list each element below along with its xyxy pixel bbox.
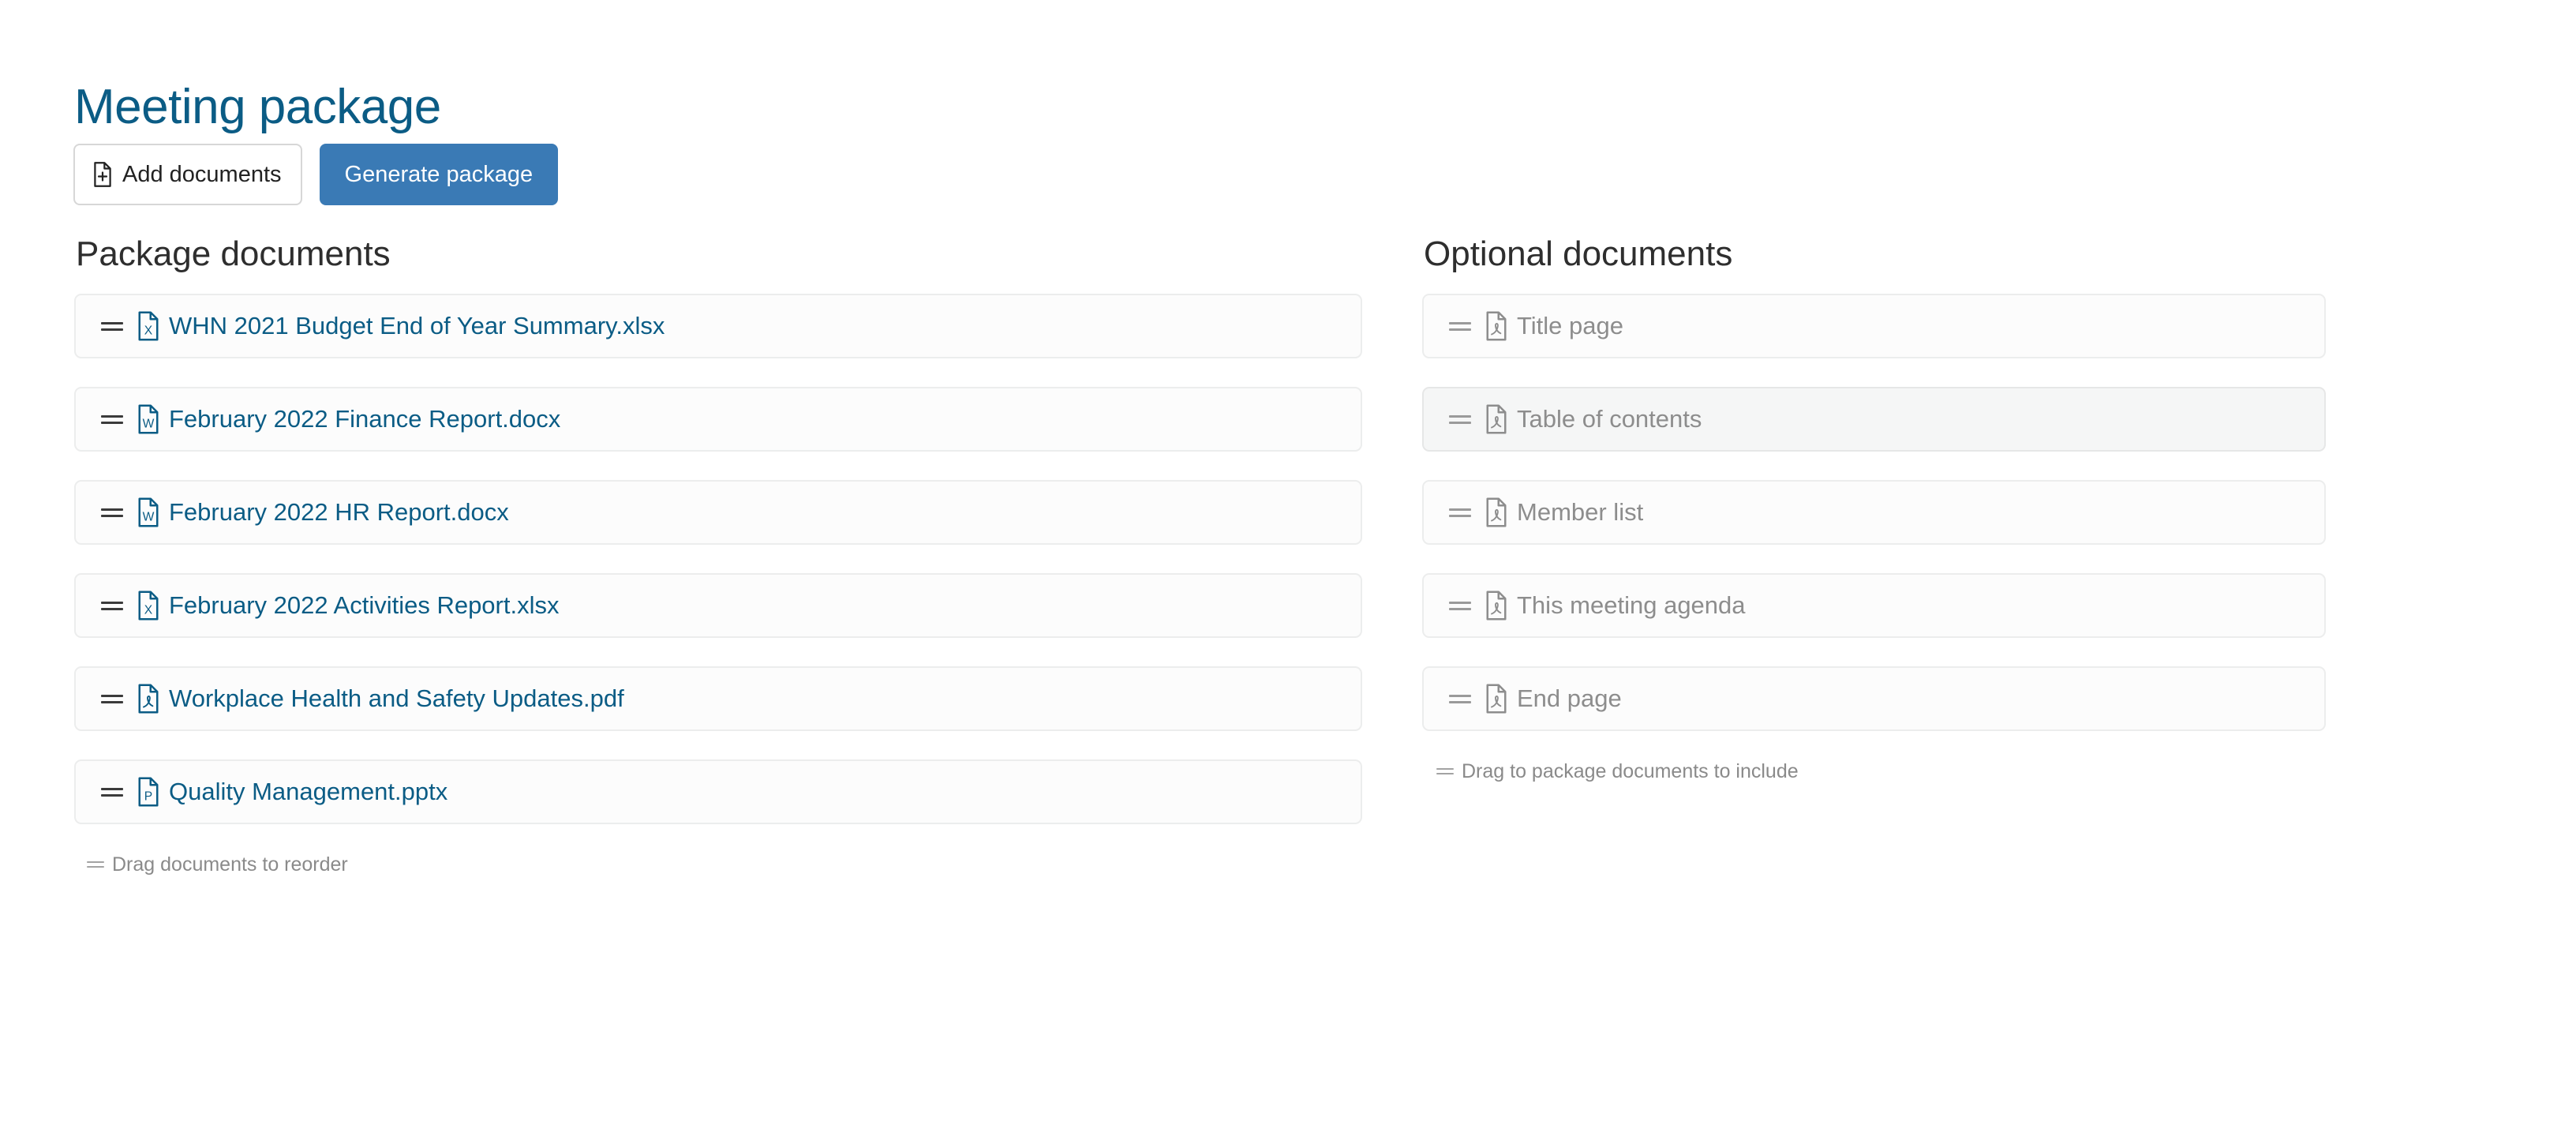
drag-handle-icon[interactable]	[1449, 598, 1471, 613]
generate-package-label: Generate package	[344, 161, 534, 187]
optional-documents-column: Optional documents Title page Table of co…	[1422, 234, 2326, 783]
meeting-package-page: Meeting package Add documents Generate p…	[0, 0, 2576, 1140]
svg-text:X: X	[144, 324, 153, 337]
package-drag-hint: Drag documents to reorder	[87, 853, 1362, 876]
svg-text:W: W	[143, 417, 155, 430]
document-name: Member list	[1517, 498, 1644, 526]
drag-handle-icon[interactable]	[1449, 505, 1471, 519]
file-word-icon: W	[137, 404, 160, 434]
drag-handle-icon[interactable]	[101, 598, 123, 613]
document-row[interactable]: W February 2022 Finance Report.docx	[74, 387, 1362, 452]
file-pdf-icon	[137, 684, 160, 714]
document-row[interactable]: X WHN 2021 Budget End of Year Summary.xls…	[74, 294, 1362, 358]
drag-handle-icon[interactable]	[1449, 692, 1471, 706]
document-name[interactable]: Quality Management.pptx	[169, 778, 447, 806]
generate-package-button[interactable]: Generate package	[319, 144, 559, 205]
document-row[interactable]: P Quality Management.pptx	[74, 759, 1362, 824]
package-documents-column: Package documents X WHN 2021 Budget End o…	[74, 234, 1362, 876]
document-name[interactable]: February 2022 HR Report.docx	[169, 498, 509, 527]
file-pdf-icon	[1485, 684, 1508, 714]
document-row[interactable]: Member list	[1422, 480, 2326, 545]
drag-handle-icon[interactable]	[101, 692, 123, 706]
document-row[interactable]: Title page	[1422, 294, 2326, 358]
svg-text:X: X	[144, 603, 153, 617]
drag-handle-icon[interactable]	[101, 412, 123, 426]
file-plus-icon	[92, 162, 114, 187]
file-pdf-icon	[1485, 497, 1508, 527]
package-documents-heading: Package documents	[76, 234, 391, 273]
file-excel-icon: X	[137, 591, 160, 621]
drag-handle-icon[interactable]	[1449, 412, 1471, 426]
document-row[interactable]: Table of contents	[1422, 387, 2326, 452]
svg-text:W: W	[143, 510, 155, 523]
document-name[interactable]: WHN 2021 Budget End of Year Summary.xlsx	[169, 312, 665, 340]
file-pdf-icon	[1485, 591, 1508, 621]
document-name: Table of contents	[1517, 405, 1702, 433]
package-documents-list[interactable]: X WHN 2021 Budget End of Year Summary.xls…	[74, 294, 1362, 824]
document-name[interactable]: February 2022 Finance Report.docx	[169, 405, 560, 433]
file-excel-icon: X	[137, 311, 160, 341]
add-documents-label: Add documents	[122, 161, 282, 187]
add-documents-button[interactable]: Add documents	[73, 144, 302, 205]
document-name[interactable]: February 2022 Activities Report.xlsx	[169, 591, 560, 620]
optional-documents-list[interactable]: Title page Table of contents Member list Th…	[1422, 294, 2326, 731]
drag-handle-icon[interactable]	[101, 505, 123, 519]
document-name: This meeting agenda	[1517, 591, 1746, 619]
svg-text:P: P	[144, 789, 152, 803]
document-name[interactable]: Workplace Health and Safety Updates.pdf	[169, 684, 624, 713]
optional-drag-hint-label: Drag to package documents to include	[1462, 760, 1799, 782]
page-title: Meeting package	[74, 79, 441, 134]
file-powerpoint-icon: P	[137, 777, 160, 807]
drag-handle-icon	[87, 859, 104, 870]
file-word-icon: W	[137, 497, 160, 527]
drag-handle-icon[interactable]	[101, 319, 123, 333]
document-row[interactable]: This meeting agenda	[1422, 573, 2326, 638]
drag-handle-icon[interactable]	[1449, 319, 1471, 333]
document-row[interactable]: W February 2022 HR Report.docx	[74, 480, 1362, 545]
file-pdf-icon	[1485, 311, 1508, 341]
document-row[interactable]: X February 2022 Activities Report.xlsx	[74, 573, 1362, 638]
document-name: Title page	[1517, 312, 1623, 339]
optional-drag-hint: Drag to package documents to include	[1436, 759, 2326, 783]
optional-documents-heading: Optional documents	[1424, 234, 1733, 273]
document-name: End page	[1517, 684, 1622, 712]
document-row[interactable]: End page	[1422, 666, 2326, 731]
toolbar: Add documents Generate package	[73, 144, 559, 205]
package-drag-hint-label: Drag documents to reorder	[112, 853, 348, 876]
drag-handle-icon[interactable]	[101, 785, 123, 799]
file-pdf-icon	[1485, 404, 1508, 434]
document-row[interactable]: Workplace Health and Safety Updates.pdf	[74, 666, 1362, 731]
drag-handle-icon	[1436, 766, 1454, 777]
